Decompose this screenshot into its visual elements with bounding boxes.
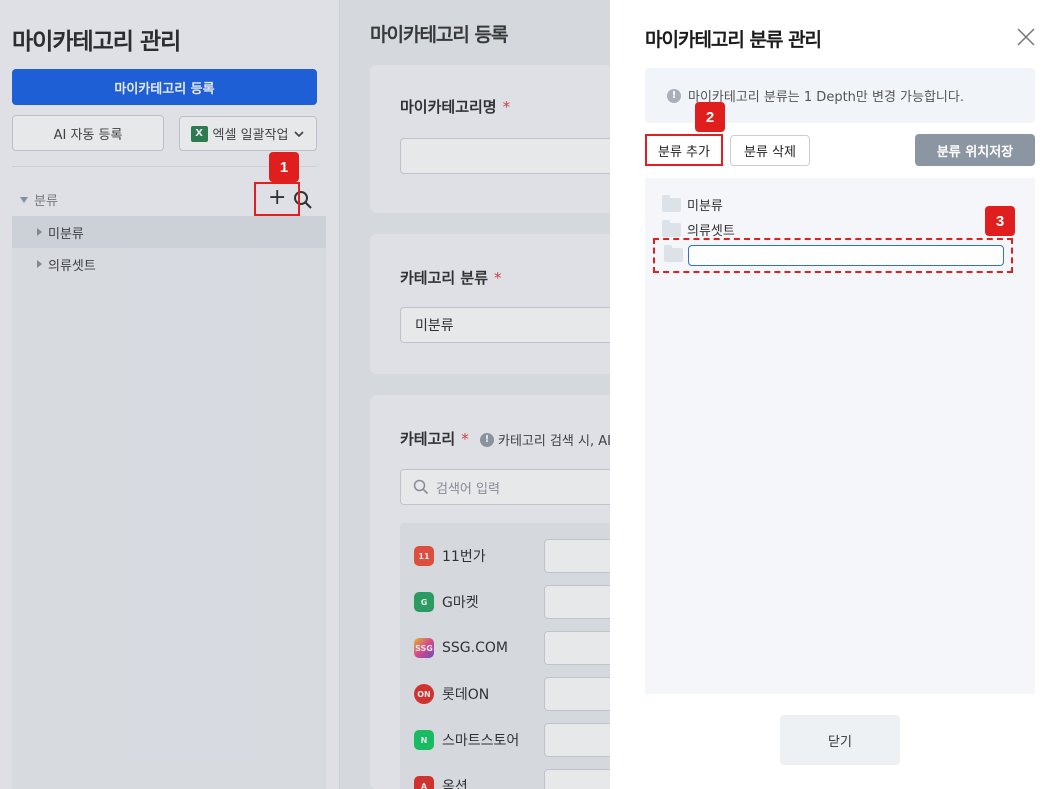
highlight-add-class: [254, 182, 300, 216]
new-folder-row: [653, 238, 1013, 273]
add-class-button[interactable]: 분류 추가: [645, 134, 723, 166]
folder-item-clothing-set[interactable]: 의류셋트: [662, 219, 735, 239]
class-tree-panel: 미분류 의류셋트: [645, 178, 1035, 694]
folder-label: 의류셋트: [687, 224, 735, 239]
info-icon: !: [667, 88, 681, 103]
callout-badge-2: 2: [695, 102, 725, 132]
folder-icon: [662, 194, 681, 212]
new-folder-name-input[interactable]: [688, 245, 1004, 266]
class-manage-modal: 마이카테고리 분류 관리 ! 마이카테고리 분류는 1 Depth만 변경 가능…: [610, 0, 1064, 789]
modal-title: 마이카테고리 분류 관리: [645, 29, 822, 51]
close-button[interactable]: 닫기: [780, 715, 900, 765]
close-icon[interactable]: [1016, 27, 1036, 47]
delete-class-button[interactable]: 분류 삭제: [730, 135, 810, 166]
callout-badge-3: 3: [985, 206, 1015, 236]
folder-label: 미분류: [687, 199, 723, 214]
save-position-button[interactable]: 분류 위치저장: [915, 134, 1035, 166]
modal-backdrop[interactable]: [0, 0, 610, 789]
callout-badge-1: 1: [269, 152, 299, 182]
folder-icon: [664, 245, 683, 262]
folder-item-unclassified[interactable]: 미분류: [662, 194, 723, 214]
notice-text: 마이카테고리 분류는 1 Depth만 변경 가능합니다.: [688, 90, 964, 105]
folder-icon: [662, 219, 681, 237]
